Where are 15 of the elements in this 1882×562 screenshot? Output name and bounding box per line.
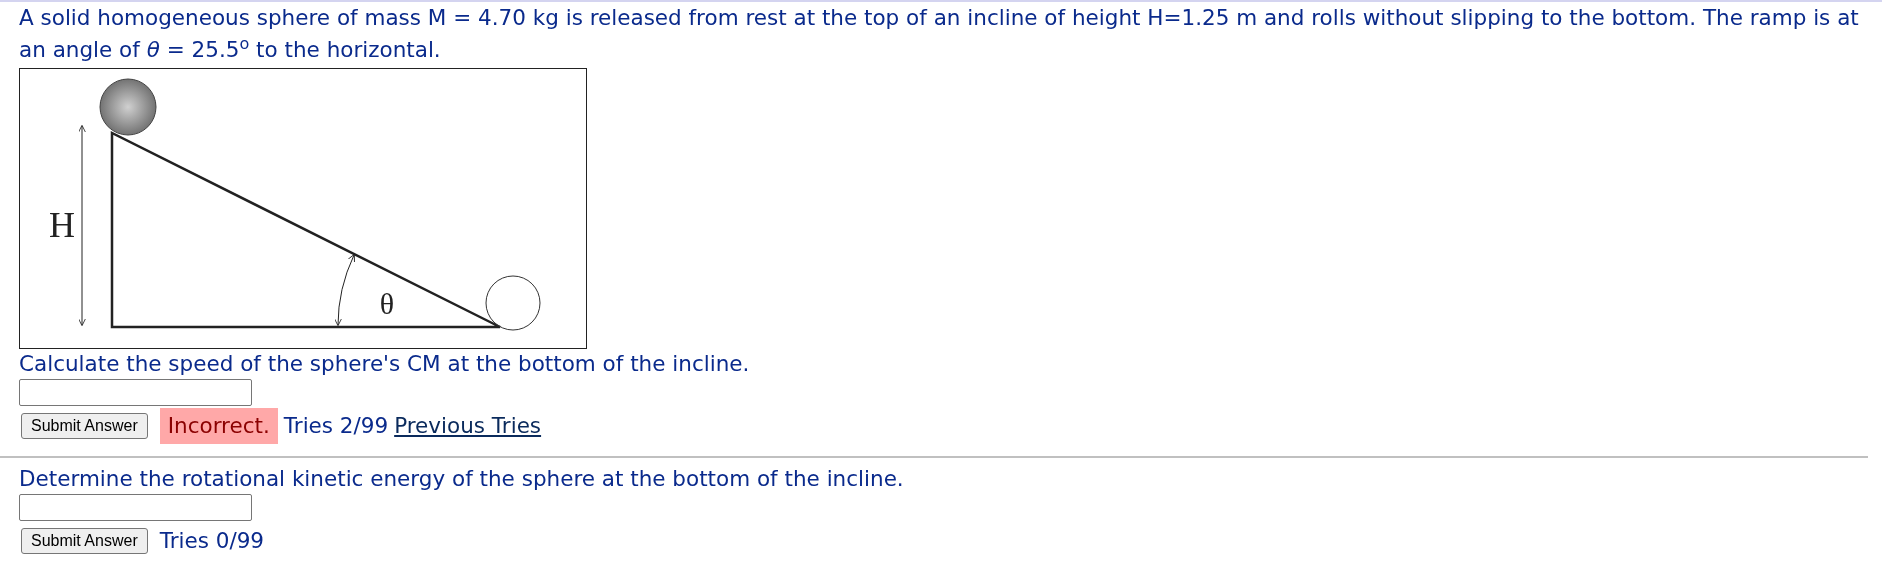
tries-count: Tries 0/99 [159, 527, 265, 555]
previous-tries-link[interactable]: Previous Tries [394, 410, 542, 442]
submit-button[interactable]: Submit Answer [21, 528, 148, 554]
feedback-label: Incorrect. [159, 408, 278, 444]
question-text: Determine the rotational kinetic energy of the sphere at the bottom of the incline. [19, 465, 905, 493]
question-text: Calculate the speed of the sphere's CM at the bottom of the incline. [19, 350, 751, 378]
angle-label: θ [379, 287, 395, 320]
submit-button[interactable]: Submit Answer [21, 413, 148, 439]
height-label: H [49, 205, 75, 245]
tries-count: Tries 2/99 [283, 412, 389, 440]
answer-field[interactable] [19, 379, 252, 406]
answer-field[interactable] [19, 494, 252, 521]
problem-text: A solid homogeneous sphere of mass M = 4.70 kg is released from rest at the top of an incline of height H=1.25 m and rolls without slipping to the bottom. The ramp is at an angle of θ = 25.5$^{o}$ to the horizontal. [19, 4, 1860, 64]
sphere-drawing [99, 78, 157, 136]
sphere-outline-drawing [485, 275, 541, 331]
